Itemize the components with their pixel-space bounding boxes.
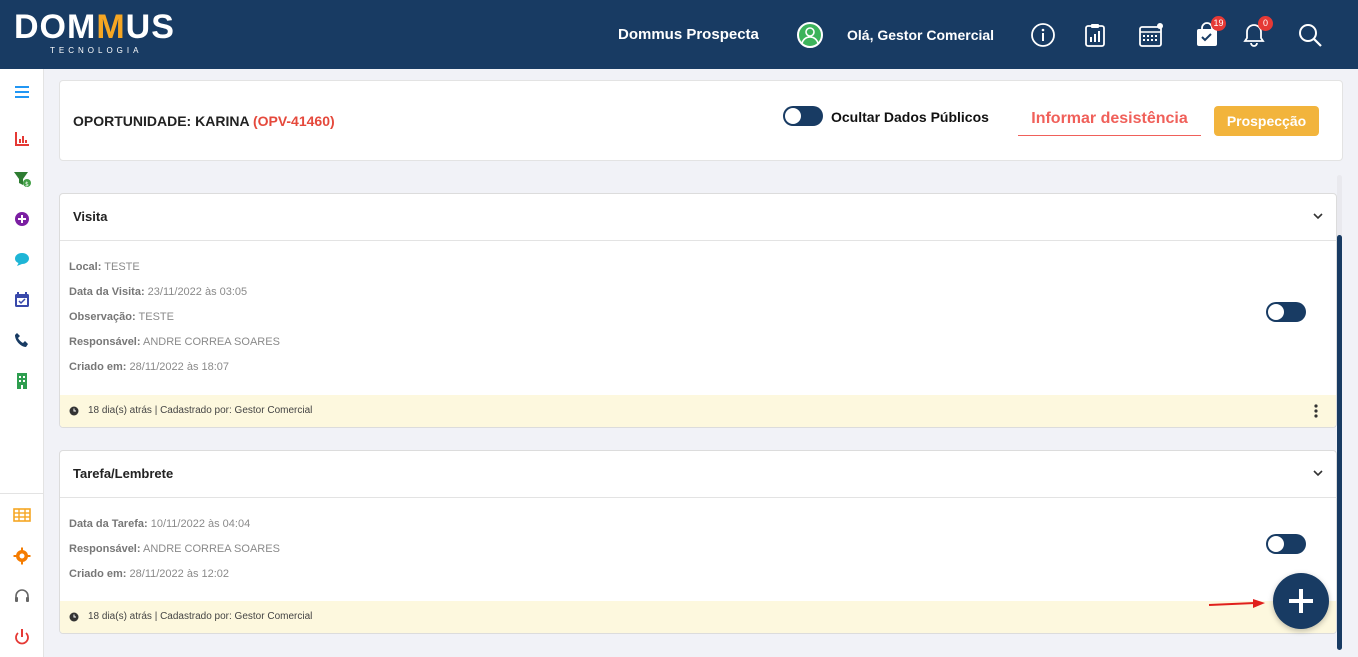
top-bar: DOMMUS TECNOLOGIA Dommus Prospecta Olá, …	[0, 0, 1358, 69]
opportunity-title: OPORTUNIDADE: KARINA (OPV-41460)	[73, 113, 335, 129]
visita-field-date: Data da Visita: 23/11/2022 às 03:05	[69, 286, 248, 298]
more-options-icon[interactable]	[1314, 404, 1318, 418]
visita-field-local: Local: TESTE	[69, 261, 140, 273]
clipboard-report-icon[interactable]	[1082, 22, 1108, 48]
prospection-stage-button[interactable]: Prospecção	[1214, 106, 1319, 136]
table-grid-icon[interactable]	[13, 506, 31, 524]
visita-field-responsible: Responsável: ANDRE CORREA SOARES	[69, 336, 280, 348]
visita-status-toggle[interactable]	[1266, 302, 1306, 322]
tarefa-card: Tarefa/Lembrete Data da Tarefa: 10/11/20…	[59, 450, 1337, 634]
user-avatar-icon[interactable]	[797, 22, 823, 48]
search-icon[interactable]	[1297, 22, 1323, 48]
tarefa-title: Tarefa/Lembrete	[73, 466, 174, 481]
shopping-bag-icon[interactable]: 19	[1194, 16, 1226, 48]
opportunity-header-card: OPORTUNIDADE: KARINA (OPV-41460) Ocultar…	[59, 80, 1343, 161]
tarefa-status-toggle[interactable]	[1266, 534, 1306, 554]
visita-footer-text: 18 dia(s) atrás | Cadastrado por: Gestor…	[88, 405, 313, 416]
visita-card-footer: 18 dia(s) atrás | Cadastrado por: Gestor…	[60, 395, 1336, 427]
power-icon[interactable]	[13, 628, 31, 646]
headset-icon[interactable]	[13, 587, 31, 605]
chart-bar-icon[interactable]	[13, 130, 31, 148]
bell-badge: 0	[1258, 16, 1273, 31]
gear-icon[interactable]	[13, 547, 31, 565]
chevron-down-icon[interactable]	[1312, 467, 1324, 479]
calendar-check-icon[interactable]	[13, 291, 31, 309]
dommus-logo[interactable]: DOMMUS TECNOLOGIA	[14, 10, 184, 60]
menu-icon[interactable]	[13, 83, 31, 101]
visita-card: Visita Local: TESTE Data da Visita: 23/1…	[59, 193, 1337, 428]
plus-icon	[1289, 589, 1313, 613]
tarefa-card-header[interactable]: Tarefa/Lembrete	[60, 451, 1336, 498]
logo-subtitle: TECNOLOGIA	[50, 46, 143, 55]
sidebar: $	[0, 69, 44, 657]
tarefa-field-created: Criado em: 28/11/2022 às 12:02	[69, 568, 230, 580]
red-arrow-annotation-icon	[1208, 599, 1265, 608]
clock-icon	[69, 406, 79, 416]
calendar-icon[interactable]	[1138, 22, 1164, 48]
add-circle-icon[interactable]	[13, 210, 31, 228]
opportunity-code: (OPV-41460)	[252, 113, 335, 129]
tarefa-footer-text: 18 dia(s) atrás | Cadastrado por: Gestor…	[88, 611, 313, 622]
tarefa-field-responsible: Responsável: ANDRE CORREA SOARES	[69, 543, 280, 555]
inform-desistance-button[interactable]: Informar desistência	[1018, 105, 1201, 136]
tarefa-field-date: Data da Tarefa: 10/11/2022 às 04:04	[69, 518, 251, 530]
visita-field-created: Criado em: 28/11/2022 às 18:07	[69, 361, 230, 373]
clock-icon	[69, 612, 79, 622]
logo-wordmark: DOMMUS	[14, 8, 175, 46]
content-scrollbar[interactable]	[1337, 175, 1342, 650]
app-name: Dommus Prospecta	[618, 26, 759, 43]
bell-icon[interactable]: 0	[1241, 16, 1273, 48]
add-floating-button[interactable]	[1273, 573, 1329, 629]
chat-icon[interactable]	[13, 250, 31, 268]
building-icon[interactable]	[13, 372, 31, 390]
svg-text:$: $	[25, 181, 29, 188]
visita-field-observation: Observação: TESTE	[69, 311, 174, 323]
chevron-down-icon[interactable]	[1312, 210, 1324, 222]
cart-badge: 19	[1211, 16, 1226, 31]
scrollbar-thumb[interactable]	[1337, 235, 1342, 650]
user-greeting[interactable]: Olá, Gestor Comercial	[847, 27, 994, 43]
hide-public-data-toggle[interactable]	[783, 106, 823, 126]
info-icon[interactable]	[1030, 22, 1056, 48]
hide-public-data-label: Ocultar Dados Públicos	[831, 109, 989, 125]
tarefa-card-footer: 18 dia(s) atrás | Cadastrado por: Gestor…	[60, 601, 1336, 633]
visita-card-header[interactable]: Visita	[60, 194, 1336, 241]
visita-title: Visita	[73, 209, 108, 224]
sidebar-divider	[0, 493, 44, 494]
funnel-money-icon[interactable]: $	[13, 170, 31, 188]
phone-icon[interactable]	[13, 331, 31, 349]
